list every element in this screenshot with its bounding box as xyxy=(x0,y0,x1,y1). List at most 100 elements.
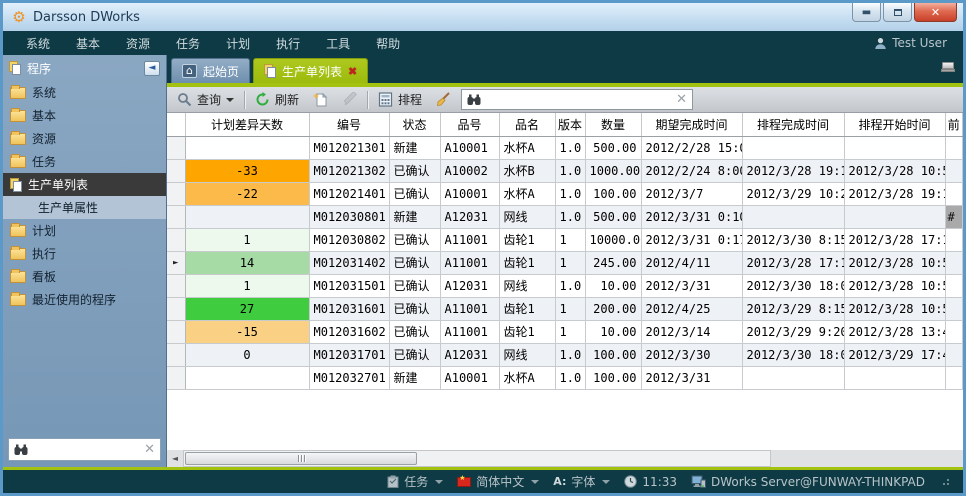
sidebar-item-5[interactable]: 生产单列表 xyxy=(3,173,166,196)
cell-item-name[interactable]: 网线 xyxy=(499,343,555,366)
cell-status[interactable]: 已确认 xyxy=(389,251,440,274)
cell-item-name[interactable]: 网线 xyxy=(499,274,555,297)
sidebar-item-2[interactable]: 基本 xyxy=(3,104,166,127)
cell-item-no[interactable]: A11001 xyxy=(440,297,499,320)
column-header-9[interactable]: 排程完成时间 xyxy=(742,113,844,136)
sidebar-search-input[interactable] xyxy=(33,443,139,457)
cell-sched-start[interactable]: 2012/3/28 10:52 xyxy=(844,274,945,297)
cell-item-no[interactable]: A11001 xyxy=(440,320,499,343)
menu-item-7[interactable]: 工具 xyxy=(313,32,363,55)
column-header-4[interactable]: 品号 xyxy=(440,113,499,136)
cell-item-no[interactable]: A12031 xyxy=(440,343,499,366)
cell-sched-finish[interactable]: 2012/3/29 8:15 xyxy=(742,297,844,320)
cell-quantity[interactable]: 10000.00 xyxy=(585,228,641,251)
column-header-5[interactable]: 品名 xyxy=(499,113,555,136)
sidebar-item-1[interactable]: 系统 xyxy=(3,81,166,104)
table-row[interactable]: M012032701新建A10001水杯A1.0100.002012/3/31 xyxy=(167,366,963,389)
schedule-button[interactable]: 排程 xyxy=(374,89,426,110)
scrollbar-track[interactable] xyxy=(183,450,771,467)
tab-home[interactable]: ⌂ 起始页 xyxy=(171,58,250,83)
sidebar-search-clear-icon[interactable]: ✕ xyxy=(144,442,155,457)
cell-overflow[interactable] xyxy=(945,297,963,320)
cell-sched-start[interactable] xyxy=(844,205,945,228)
cell-sched-finish[interactable]: 2012/3/30 18:00 xyxy=(742,343,844,366)
cell-sched-start[interactable]: 2012/3/29 17:46 xyxy=(844,343,945,366)
table-row[interactable]: M012021301新建A10001水杯A1.0500.002012/2/28 … xyxy=(167,136,963,159)
menu-item-8[interactable]: 帮助 xyxy=(363,32,413,55)
cell-plan-diff-days[interactable]: 27 xyxy=(185,297,309,320)
cell-plan-diff-days[interactable]: -33 xyxy=(185,159,309,182)
cell-status[interactable]: 已确认 xyxy=(389,274,440,297)
cell-order-no[interactable]: M012021302 xyxy=(309,159,389,182)
cell-item-name[interactable]: 水杯A xyxy=(499,366,555,389)
cell-expected-finish[interactable]: 2012/3/7 xyxy=(641,182,742,205)
current-row-indicator[interactable]: ► xyxy=(167,251,185,274)
table-row[interactable]: 27M012031601已确认A11001齿轮11200.002012/4/25… xyxy=(167,297,963,320)
cell-version[interactable]: 1 xyxy=(555,297,585,320)
cell-plan-diff-days[interactable]: -15 xyxy=(185,320,309,343)
cell-expected-finish[interactable]: 2012/2/24 8:00 xyxy=(641,159,742,182)
cell-item-name[interactable]: 齿轮1 xyxy=(499,251,555,274)
cell-quantity[interactable]: 245.00 xyxy=(585,251,641,274)
cell-order-no[interactable]: M012031701 xyxy=(309,343,389,366)
cell-status[interactable]: 新建 xyxy=(389,366,440,389)
cell-quantity[interactable]: 500.00 xyxy=(585,205,641,228)
row-selector[interactable] xyxy=(167,159,185,182)
status-language-menu[interactable]: 简体中文 xyxy=(457,473,539,490)
user-indicator[interactable]: Test User xyxy=(874,36,953,50)
cell-overflow[interactable] xyxy=(945,320,963,343)
sidebar-collapse-button[interactable]: ◄ xyxy=(144,61,160,76)
cell-overflow[interactable] xyxy=(945,136,963,159)
sidebar-item-4[interactable]: 任务 xyxy=(3,150,166,173)
table-row[interactable]: ►14M012031402已确认A11001齿轮11245.002012/4/1… xyxy=(167,251,963,274)
menu-item-6[interactable]: 执行 xyxy=(263,32,313,55)
cell-sched-start[interactable] xyxy=(844,136,945,159)
cell-sched-start[interactable]: 2012/3/28 10:52 xyxy=(844,251,945,274)
table-row[interactable]: M012030801新建A12031网线1.0500.002012/3/31 0… xyxy=(167,205,963,228)
cell-quantity[interactable]: 1000.00 xyxy=(585,159,641,182)
status-task-menu[interactable]: 任务 xyxy=(387,473,443,490)
resize-grip[interactable] xyxy=(943,479,949,485)
cell-item-no[interactable]: A10001 xyxy=(440,136,499,159)
cell-item-name[interactable]: 水杯B xyxy=(499,159,555,182)
cell-item-name[interactable]: 齿轮1 xyxy=(499,297,555,320)
row-selector[interactable] xyxy=(167,205,185,228)
row-selector[interactable] xyxy=(167,297,185,320)
maximize-button[interactable] xyxy=(883,3,912,22)
cell-item-no[interactable]: A10001 xyxy=(440,182,499,205)
cell-sched-finish[interactable]: 2012/3/29 10:20 xyxy=(742,182,844,205)
cell-item-no[interactable]: A12031 xyxy=(440,274,499,297)
tab-close-icon[interactable]: ✖ xyxy=(348,65,357,78)
cell-sched-finish[interactable]: 2012/3/29 9:20 xyxy=(742,320,844,343)
cell-order-no[interactable]: M012032701 xyxy=(309,366,389,389)
cell-plan-diff-days[interactable] xyxy=(185,366,309,389)
cell-plan-diff-days[interactable]: 0 xyxy=(185,343,309,366)
cell-order-no[interactable]: M012031601 xyxy=(309,297,389,320)
cell-status[interactable]: 已确认 xyxy=(389,228,440,251)
cell-sched-start[interactable]: 2012/3/28 17:13 xyxy=(844,228,945,251)
cell-order-no[interactable]: M012030802 xyxy=(309,228,389,251)
cell-overflow[interactable] xyxy=(945,274,963,297)
cell-expected-finish[interactable]: 2012/3/31 xyxy=(641,274,742,297)
menu-item-5[interactable]: 计划 xyxy=(213,32,263,55)
cell-order-no[interactable]: M012030801 xyxy=(309,205,389,228)
cell-quantity[interactable]: 10.00 xyxy=(585,320,641,343)
cell-overflow[interactable] xyxy=(945,228,963,251)
menu-item-3[interactable]: 资源 xyxy=(113,32,163,55)
cell-overflow[interactable] xyxy=(945,182,963,205)
cell-plan-diff-days[interactable]: -22 xyxy=(185,182,309,205)
cell-order-no[interactable]: M012031602 xyxy=(309,320,389,343)
cell-overflow[interactable] xyxy=(945,366,963,389)
menu-item-4[interactable]: 任务 xyxy=(163,32,213,55)
query-button[interactable]: 查询 xyxy=(173,89,238,110)
cell-status[interactable]: 已确认 xyxy=(389,182,440,205)
cell-quantity[interactable]: 200.00 xyxy=(585,297,641,320)
cell-plan-diff-days[interactable] xyxy=(185,205,309,228)
scrollbar-thumb[interactable] xyxy=(185,452,417,465)
table-row[interactable]: 1M012030802已确认A11001齿轮1110000.002012/3/3… xyxy=(167,228,963,251)
cell-quantity[interactable]: 10.00 xyxy=(585,274,641,297)
cell-version[interactable]: 1.0 xyxy=(555,136,585,159)
sidebar-item-6[interactable]: 生产单属性 xyxy=(3,196,166,219)
refresh-button[interactable]: 刷新 xyxy=(251,89,303,110)
cell-overflow[interactable] xyxy=(945,159,963,182)
